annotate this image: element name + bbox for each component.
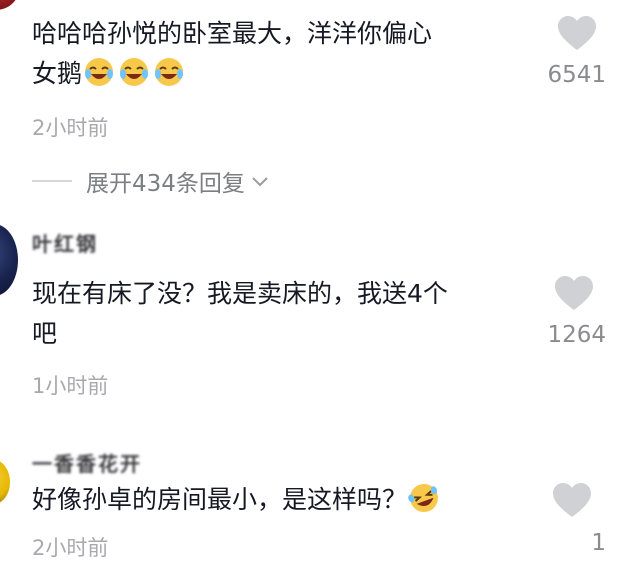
comment-time: 1小时前	[32, 374, 109, 398]
comment-text: 现在有床了没？我是卖床的，我送4个 吧	[32, 279, 448, 348]
cry-laugh-emoji	[117, 56, 151, 88]
heart-icon[interactable]	[554, 276, 594, 312]
avatar[interactable]	[0, 224, 18, 296]
expand-replies-button[interactable]: 展开434条回复	[32, 164, 269, 198]
comment-text: 好像孙卓的房间最小，是这样吗？	[32, 480, 512, 520]
avatar[interactable]	[0, 460, 10, 504]
comment-time: 2小时前	[32, 116, 109, 140]
comment-text: 哈哈哈孙悦的卧室最大，洋洋你偏心 女鹅	[32, 14, 532, 94]
like-count: 1264	[547, 322, 606, 348]
comment-body: 好像孙卓的房间最小，是这样吗？	[32, 485, 408, 514]
chevron-down-icon	[251, 168, 269, 194]
like-count: 6541	[547, 62, 606, 88]
expand-replies-label: 展开434条回复	[86, 171, 245, 197]
heart-icon[interactable]	[552, 483, 592, 519]
cry-laugh-emoji	[152, 56, 186, 88]
like-count: 1	[591, 530, 606, 556]
divider	[32, 180, 72, 182]
avatar[interactable]	[0, 0, 20, 10]
username[interactable]: 叶红钢	[32, 228, 98, 257]
heart-icon[interactable]	[557, 16, 597, 52]
username[interactable]: 一香香花开	[32, 448, 142, 477]
rolling-laugh-emoji	[407, 482, 441, 514]
cry-laugh-emoji	[82, 56, 116, 88]
comment-time: 2小时前	[32, 536, 109, 560]
